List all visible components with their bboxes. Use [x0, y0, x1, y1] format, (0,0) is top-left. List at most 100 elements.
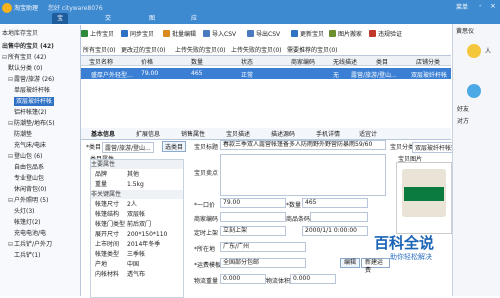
col-wireless[interactable]: 无线描述	[333, 57, 357, 66]
menu-button[interactable]: 菜单	[456, 2, 468, 11]
tree-node[interactable]: 头灯(3)	[14, 207, 35, 216]
prop-row[interactable]: 品牌 其他	[91, 170, 183, 179]
tree-node[interactable]: 单层玻纤杆帐	[14, 86, 50, 95]
tab-image-space[interactable]: 图片空间	[144, 13, 160, 55]
tab-suitable[interactable]: 适宜计	[359, 129, 377, 138]
tree-node[interactable]: 默认分类 (0)	[8, 64, 42, 73]
toolbar-button[interactable]: 导入CSV	[203, 29, 236, 38]
tree-node[interactable]: ⊟露营/旅游 (26)	[8, 75, 54, 84]
toolbar-button[interactable]: 更新宝贝	[291, 29, 324, 38]
prop-row[interactable]: 重量 1.5kg	[91, 180, 183, 189]
col-name[interactable]: 宝贝名称	[89, 57, 113, 66]
tree-node[interactable]: ⊟户外照明 (5)	[8, 196, 48, 205]
toolbar-button[interactable]: 同步宝贝	[121, 29, 154, 38]
cell-name: 盛厚户外轻型...	[91, 72, 133, 79]
edit-freight-button[interactable]: 编辑	[340, 258, 361, 268]
tree-node[interactable]: 工兵铲(1)	[14, 251, 41, 260]
toolbar-button-label: 导出CSV	[256, 31, 281, 38]
tab-trade-manage[interactable]: 交易管理	[100, 13, 116, 55]
col-shop-cat[interactable]: 店铺分类	[416, 57, 440, 66]
tree-node[interactable]: ⊟工兵铲/户外刀	[8, 240, 52, 249]
tree-node[interactable]: 帐篷灯(2)	[14, 218, 41, 227]
tab-upload-failed-2[interactable]: 上传失败的宝贝(0)	[231, 45, 282, 54]
tree-node[interactable]: 休闲背包(0)	[14, 185, 47, 194]
prop-row[interactable]: 产地 中国	[91, 260, 183, 269]
prop-row[interactable]: 帐篷尺寸 2人	[91, 200, 183, 209]
tab-item-manage[interactable]: 宝贝管理	[52, 13, 69, 55]
tab-mobile-detail[interactable]: 手机详情	[316, 129, 340, 138]
freight-select[interactable]: 全国部分包邮	[220, 258, 306, 268]
toolbar-button[interactable]: 批量编辑	[163, 29, 196, 38]
prop-row[interactable]: 帐篷类型 三季帐	[91, 250, 183, 259]
schedule-label: 定时上架	[194, 230, 219, 237]
tree-node[interactable]: ⊟所有宝贝 (42)	[2, 53, 46, 62]
tree-node-label: 充电电池/电	[14, 230, 47, 237]
tab-description[interactable]: 宝贝描述	[226, 129, 250, 138]
tab-all-items[interactable]: 所有宝贝(0)	[83, 45, 116, 54]
tab-desc-source[interactable]: 描述源码	[271, 129, 295, 138]
tree-node[interactable]: ⊟防潮垫/地布(5)	[8, 119, 55, 128]
tree-node[interactable]: 充气床/电床	[14, 141, 46, 150]
toolbar-button[interactable]: 导出CSV	[247, 29, 280, 38]
product-image[interactable]	[396, 162, 452, 234]
tree-node[interactable]: 专业登山包	[14, 174, 44, 183]
toolbar-button[interactable]: 违规验证	[369, 29, 402, 38]
tab-recommend[interactable]: 需要推荐的宝贝(0)	[287, 45, 338, 54]
tree-node[interactable]: 充电电池/电	[14, 229, 46, 238]
contact-avatar-icon[interactable]	[467, 44, 481, 58]
toolbar-button[interactable]: 上传宝贝	[81, 29, 114, 38]
volume-input[interactable]: 0.000	[290, 274, 336, 284]
title-input[interactable]: 春款三季双人露营帐篷备多人防雨野外野营防暴雨59/60	[220, 140, 386, 150]
weight-input[interactable]: 0.000	[220, 274, 266, 284]
on-sale-section[interactable]: 出售中的宝贝 (42)	[2, 41, 54, 50]
tab-app-center[interactable]: 应用中心	[186, 13, 202, 55]
col-status[interactable]: 状态	[241, 57, 253, 66]
price-input[interactable]: 79.00	[220, 198, 286, 208]
prop-row[interactable]: 帐篷结构 双层帐	[91, 210, 183, 219]
expand-toggle-icon[interactable]: ⊟	[8, 120, 13, 127]
tree-node[interactable]: ⊟登山包 (6)	[8, 152, 42, 161]
col-category[interactable]: 类目	[376, 57, 388, 66]
prop-row[interactable]: 帐篷门类型 前后双门	[91, 220, 183, 229]
expand-toggle-icon[interactable]: ⊟	[8, 197, 13, 204]
contact-avatar-icon-2[interactable]	[467, 84, 481, 98]
tree-node-label: 充气床/电床	[14, 142, 47, 149]
expand-toggle-icon[interactable]: ⊟	[2, 54, 7, 61]
tab-sales-props[interactable]: 销售属性	[181, 129, 205, 138]
expand-toggle-icon[interactable]: ⊟	[8, 76, 13, 83]
location-select[interactable]: 广东/广州	[220, 242, 306, 252]
prop-row[interactable]: 展开尺寸 200*150*110	[91, 230, 183, 239]
toolbar-button[interactable]: 图片搬家	[329, 29, 362, 38]
qty-input[interactable]: 465	[302, 198, 368, 208]
code-input[interactable]	[220, 212, 286, 222]
category-field[interactable]: 露营/旅游/登山...	[102, 142, 154, 153]
col-price[interactable]: 价格	[141, 57, 153, 66]
tab-changed-items[interactable]: 更改过的宝贝(0)	[121, 45, 166, 54]
tab-extended-info[interactable]: 扩展信息	[136, 129, 160, 138]
prop-row[interactable]: 上市时间 2014年冬季	[91, 240, 183, 249]
shop-category-tab[interactable]: 宝贝分类	[390, 142, 414, 151]
tree-node[interactable]: 双层玻纤杆帐	[14, 97, 55, 106]
table-row[interactable]: 盛厚户外轻型... 79.00 465 正常 无 露营/旅游/登山... 双层玻…	[81, 68, 451, 79]
expand-toggle-icon[interactable]: ⊟	[8, 153, 13, 160]
toolbar-icon	[369, 30, 376, 37]
prop-key: 产地	[95, 261, 108, 268]
tree-node[interactable]: 防潮垫	[14, 130, 32, 139]
select-category-button[interactable]: 选类目	[162, 141, 187, 152]
tab-basic-info[interactable]: 基本信息	[91, 129, 115, 138]
selling-point-input[interactable]	[220, 154, 386, 196]
minimize-icon[interactable]: -	[479, 2, 482, 10]
schedule-select[interactable]: 立刻上架	[220, 226, 286, 236]
col-qty[interactable]: 数量	[191, 57, 203, 66]
close-icon[interactable]: ×	[490, 2, 496, 10]
tab-upload-failed[interactable]: 上传失败的宝贝(0)	[175, 45, 226, 54]
expand-toggle-icon[interactable]: ⊟	[8, 241, 13, 248]
tree-node[interactable]: 铝杆帐篷(2)	[14, 108, 47, 117]
schedule-date-input[interactable]: 2000/1/1 0:00:00	[302, 226, 368, 236]
tree-node-label: 休闲背包(0)	[14, 186, 47, 193]
col-code[interactable]: 商家编码	[291, 57, 315, 66]
barcode-input[interactable]	[310, 212, 368, 222]
cell-category: 露营/旅游/登山...	[351, 72, 397, 79]
tree-node[interactable]: 自由包品系	[14, 163, 44, 172]
prop-row[interactable]: 内帐材料 透气布	[91, 270, 183, 279]
